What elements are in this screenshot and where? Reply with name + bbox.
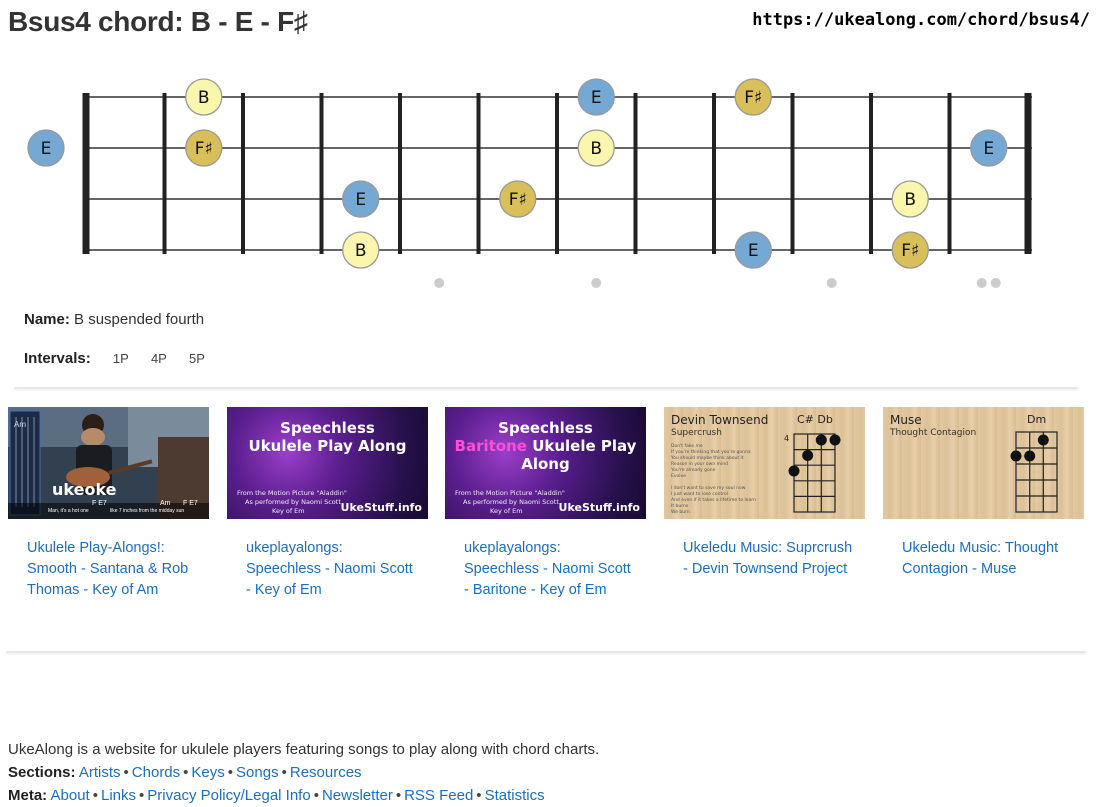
footer-link-rss[interactable]: RSS Feed [404, 787, 473, 804]
video-link[interactable]: ukeplayalongs: Speechless - Naomi Scott … [464, 538, 636, 601]
thumb-lyric: like 7 inches from the midday sun [110, 508, 185, 514]
footer-link-resources[interactable]: Resources [290, 764, 362, 781]
section-divider [14, 387, 1078, 389]
video-thumbnail[interactable]: Speechless Baritone Ukulele Play Along F… [445, 407, 646, 519]
interval-3: 5P [189, 351, 205, 366]
note-label: E [41, 139, 52, 159]
fret-marker-dot [591, 278, 602, 288]
thumb-song: Thought Contagion [890, 428, 977, 438]
page-url[interactable]: https://ukealong.com/chord/bsus4/ [752, 10, 1090, 30]
chord-name-row: Name: B suspended fourth [24, 311, 204, 328]
thumb-small-text: As performed by Naomi Scott [245, 498, 341, 506]
footer-link-keys[interactable]: Keys [191, 764, 224, 781]
thumb-small-text: Key of Em [490, 507, 523, 515]
fret-marker-dot [434, 278, 445, 288]
video-thumbnail[interactable]: Muse Thought Contagion Dm [883, 407, 1084, 519]
thumb-chord-label: Am [160, 500, 171, 507]
footer-meta: Meta: About • Links • Privacy Policy/Legal I… [8, 787, 545, 804]
thumb-small-text: From the Motion Picture "Aladdin" [455, 489, 565, 497]
note-label: E [748, 241, 759, 261]
thumb-brand: UkeStuff.info [340, 501, 422, 514]
footer-link-artists[interactable]: Artists [79, 764, 121, 781]
note-label: F♯ [901, 241, 919, 261]
video-card: Devin Townsend Supercrush C# Db 4 Don't … [664, 407, 865, 580]
interval-1: 1P [112, 351, 129, 366]
fret-marker-dot [990, 278, 1001, 288]
footer-link-statistics[interactable]: Statistics [485, 787, 545, 804]
video-thumbnail[interactable]: Speechless Ukulele Play Along From the M… [227, 407, 428, 519]
thumb-subtitle: Ukulele Play Along [248, 437, 407, 455]
thumb-lyrics: Don't fake me If you're thinking that yo… [671, 444, 756, 515]
video-list: Am ukeoke F E7 Am F E7 Man, it's a hot o… [8, 407, 1092, 647]
thumb-small-text: As performed by Naomi Scott [463, 498, 559, 506]
thumb-title: Speechless [280, 419, 375, 437]
thumbnail-image [8, 407, 209, 519]
thumb-chord-name: Dm [1027, 413, 1047, 426]
video-card: Speechless Ukulele Play Along From the M… [227, 407, 428, 601]
thumb-subtitle: Baritone Ukulele Play Along [454, 437, 637, 473]
footer-sections: Sections: Artists • Chords • Keys • Songs • Reso… [8, 764, 362, 781]
chord-name-value: B suspended fourth [74, 311, 205, 328]
video-card: Muse Thought Contagion Dm Ukeledu Music:… [883, 407, 1084, 580]
note-label: E [591, 88, 602, 108]
video-card: Am ukeoke F E7 Am F E7 Man, it's a hot o… [8, 407, 209, 601]
note-label: E [983, 139, 994, 159]
note-label: B [355, 241, 367, 261]
thumb-artist: Devin Townsend [671, 413, 769, 427]
thumb-fret-label: 4 [784, 434, 790, 443]
chord-name-label: Name: [24, 311, 70, 328]
video-link[interactable]: ukeplayalongs: Speechless - Naomi Scott … [246, 538, 418, 601]
thumb-title: Speechless [498, 419, 593, 437]
video-card: Speechless Baritone Ukulele Play Along F… [445, 407, 646, 601]
note-label: F♯ [744, 88, 762, 108]
fret-marker-dot [826, 278, 837, 288]
thumb-small-text: Key of Em [272, 507, 305, 515]
note-label: B [198, 88, 210, 108]
footer-meta-label: Meta: [8, 787, 48, 804]
video-thumbnail[interactable]: Devin Townsend Supercrush C# Db 4 Don't … [664, 407, 865, 519]
footer-link-privacy[interactable]: Privacy Policy/Legal Info [147, 787, 310, 804]
footer-link-songs[interactable]: Songs [236, 764, 279, 781]
video-link[interactable]: Ukulele Play-Alongs!: Smooth - Santana &… [27, 538, 199, 601]
thumb-chord-label: Am [14, 420, 26, 429]
footer-about: UkeAlong is a website for ukulele player… [8, 741, 600, 758]
footer-link-chords[interactable]: Chords [132, 764, 180, 781]
thumb-word: ukeoke [52, 480, 117, 499]
video-link[interactable]: Ukeledu Music: Suprcrush - Devin Townsen… [683, 538, 855, 580]
page-title: Bsus4 chord: B - E - F♯ [8, 6, 308, 37]
footer-link-about[interactable]: About [51, 787, 90, 804]
interval-2: 4P [150, 351, 167, 366]
note-label: B [590, 139, 602, 159]
footer-sections-label: Sections: [8, 764, 76, 781]
intervals-label: Intervals: [24, 350, 91, 367]
thumb-chord-name: C# Db [797, 413, 833, 426]
video-link[interactable]: Ukeledu Music: Thought Contagion - Muse [902, 538, 1074, 580]
note-label: F♯ [509, 190, 527, 210]
footer-link-links[interactable]: Links [101, 787, 136, 804]
thumb-lyric: Man, it's a hot one [48, 508, 89, 514]
thumb-chord-label: F E7 [92, 500, 107, 507]
fretboard-diagram: E B F♯ E B F♯ E B F♯ E B F♯ E [27, 78, 1032, 288]
fret-marker-dot [976, 278, 987, 288]
chord-intervals-row: Intervals: 1P 4P 5P [24, 350, 205, 367]
note-label: E [355, 190, 366, 210]
thumb-small-text: From the Motion Picture "Aladdin" [237, 489, 347, 497]
section-divider [6, 651, 1086, 653]
note-label: B [904, 190, 916, 210]
thumb-song: Supercrush [671, 428, 722, 438]
thumb-artist: Muse [890, 413, 922, 427]
video-thumbnail[interactable]: Am ukeoke F E7 Am F E7 Man, it's a hot o… [8, 407, 209, 519]
thumb-brand: UkeStuff.info [558, 501, 640, 514]
footer-link-newsletter[interactable]: Newsletter [322, 787, 393, 804]
note-label: F♯ [195, 139, 213, 159]
thumb-chord-label: F E7 [183, 500, 198, 507]
